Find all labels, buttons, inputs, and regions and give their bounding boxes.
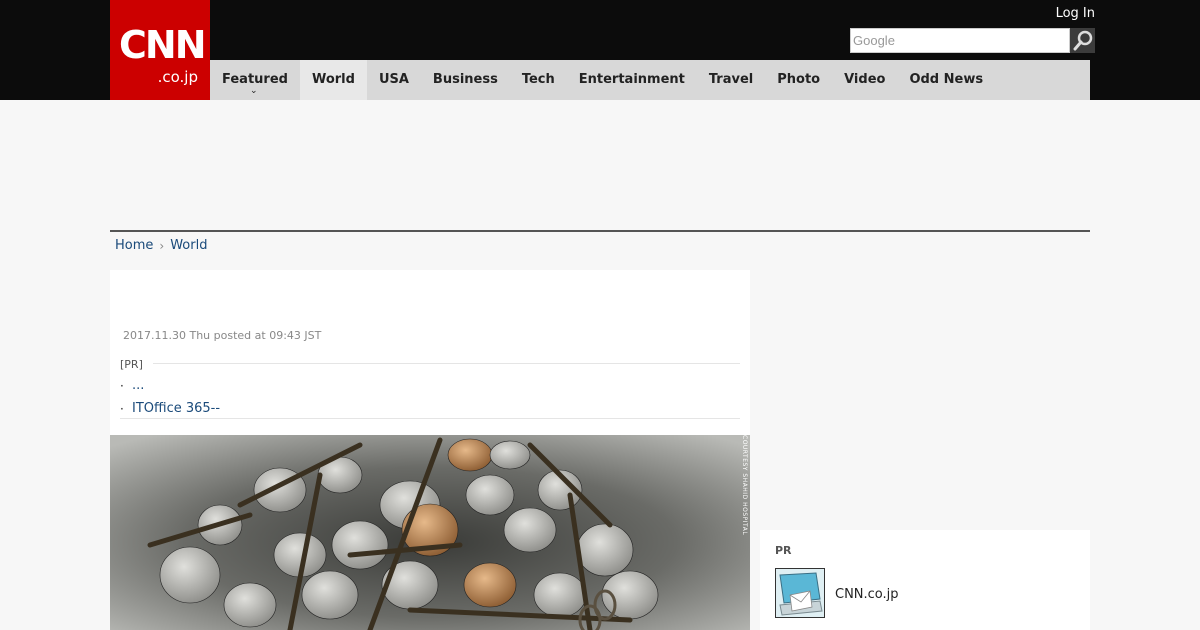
article-photo: COURTESY SHAHID HOSPITAL <box>110 435 750 630</box>
bullet-icon: · <box>120 378 124 393</box>
nav-photo[interactable]: Photo <box>765 60 832 100</box>
breadcrumb: Home › World <box>115 238 207 253</box>
nav-label: USA <box>378 72 409 87</box>
nav-world[interactable]: World <box>299 60 367 100</box>
search-icon <box>1073 30 1093 51</box>
nav-label: World <box>311 72 355 87</box>
nav-label: Featured <box>222 72 288 87</box>
breadcrumb-world[interactable]: World <box>170 238 207 253</box>
logo-domain: .co.jp <box>157 68 198 86</box>
search-placeholder: Google <box>853 33 895 48</box>
pr-item-link[interactable]: CNN.co.jp <box>835 587 899 602</box>
nav-tech[interactable]: Tech <box>510 60 567 100</box>
search-button[interactable] <box>1070 28 1095 53</box>
pr-link[interactable]: ... <box>132 378 144 393</box>
coins-and-nails-image <box>110 435 750 630</box>
chevron-right-icon: › <box>159 238 165 253</box>
cnn-logo[interactable]: CNN .co.jp <box>110 0 210 100</box>
nav-video[interactable]: Video <box>832 60 897 100</box>
nav-travel[interactable]: Travel <box>697 60 765 100</box>
pr-label: [PR] <box>120 358 143 371</box>
chevron-down-icon: ⌄ <box>249 86 258 96</box>
article-header: 2017.11.30 Thu posted at 09:43 JST [PR] … <box>110 270 750 435</box>
section-divider <box>110 230 1090 232</box>
nav-usa[interactable]: USA <box>367 60 421 100</box>
pr-link[interactable]: ITOffice 365-- <box>132 401 220 416</box>
photo-credit: COURTESY SHAHID HOSPITAL <box>741 435 748 536</box>
breadcrumb-home[interactable]: Home <box>115 238 153 253</box>
nav-business[interactable]: Business <box>421 60 510 100</box>
nav-odd-news[interactable]: Odd News <box>897 60 995 100</box>
nav-label: Odd News <box>909 72 984 87</box>
site-header: CNN .co.jp Log In Google Featured ⌄ Worl… <box>0 0 1200 100</box>
laptop-mail-icon <box>776 569 824 617</box>
login-link[interactable]: Log In <box>1056 6 1095 21</box>
nav-label: Business <box>432 72 498 87</box>
nav-entertainment[interactable]: Entertainment <box>567 60 697 100</box>
list-item: · ITOffice 365-- <box>120 397 740 420</box>
nav-label: Tech <box>521 72 555 87</box>
sidebar-pr: PR CNN.co.jp <box>760 530 1090 630</box>
nav-label: Travel <box>708 72 754 87</box>
bullet-icon: · <box>120 401 124 416</box>
search-input[interactable]: Google <box>850 28 1070 53</box>
divider <box>153 363 740 364</box>
pr-thumbnail[interactable] <box>775 568 825 618</box>
logo-text: CNN <box>119 23 206 67</box>
sidebar-pr-label: PR <box>775 544 792 557</box>
nav-featured[interactable]: Featured ⌄ <box>210 60 300 100</box>
nav-label: Entertainment <box>578 72 685 87</box>
nav-label: Photo <box>777 72 821 87</box>
pr-links: · ... · ITOffice 365-- <box>120 374 740 420</box>
nav-label: Video <box>844 72 886 87</box>
list-item: · ... <box>120 374 740 397</box>
divider <box>120 418 740 419</box>
post-timestamp: 2017.11.30 Thu posted at 09:43 JST <box>123 329 322 342</box>
main-nav: Featured ⌄ World USA Business Tech Enter… <box>210 60 1090 100</box>
